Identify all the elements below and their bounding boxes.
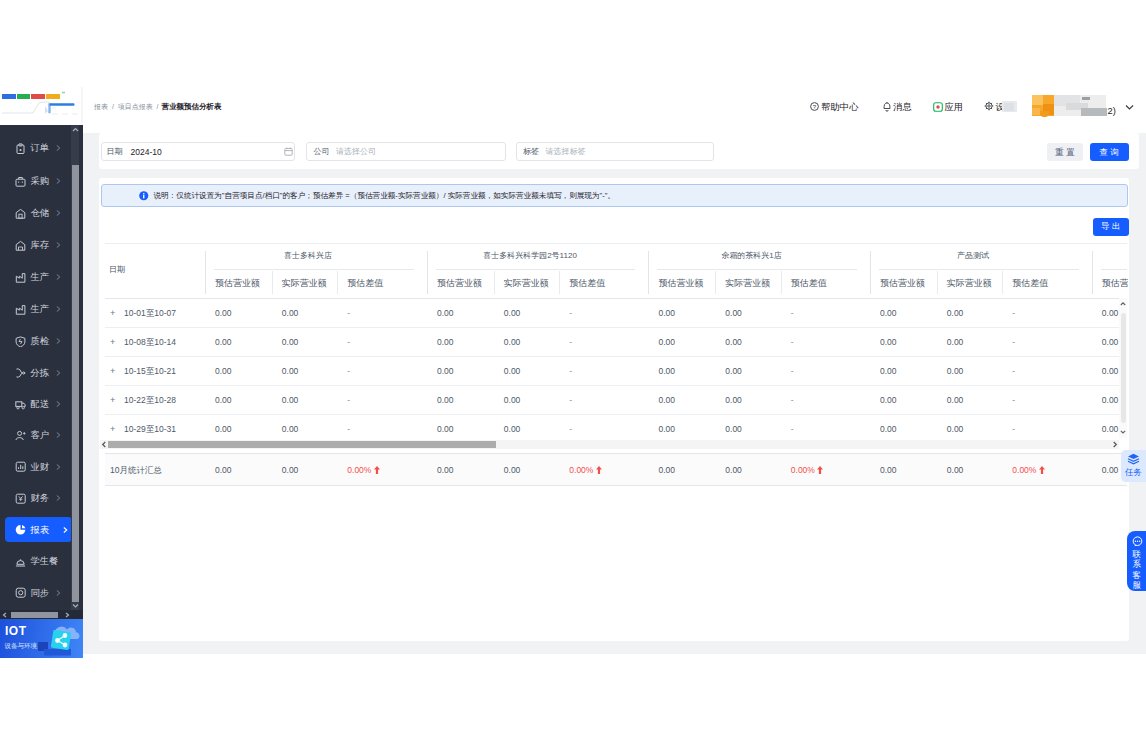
svg-text:?: ? [813,103,817,109]
